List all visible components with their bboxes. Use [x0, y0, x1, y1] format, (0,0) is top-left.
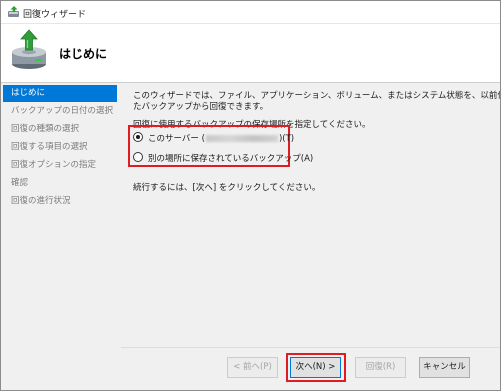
next-button[interactable]: 次へ(N) >: [290, 357, 341, 378]
backup-app-icon: [8, 6, 19, 17]
radio-other-location-label: 別の場所に保存されているバックアップ(A): [148, 154, 314, 164]
step-getting-started[interactable]: はじめに: [3, 85, 117, 102]
step-select-backup-date[interactable]: バックアップの日付の選択: [3, 103, 117, 120]
recovery-wizard-window: 回復ウィザード はじめに はじめに バックアップの日付の選択 回復の種類の選択 …: [0, 0, 501, 391]
window-title: 回復ウィザード: [23, 10, 87, 20]
radio-button[interactable]: [133, 132, 143, 142]
cancel-button[interactable]: キャンセル: [419, 357, 470, 378]
footer-divider: [121, 347, 500, 348]
step-select-items[interactable]: 回復する項目の選択: [3, 139, 117, 156]
server-name-redacted: [205, 135, 278, 142]
step-select-recovery-type[interactable]: 回復の種類の選択: [3, 121, 117, 138]
back-button[interactable]: < 前へ(P): [227, 357, 278, 378]
recover-button[interactable]: 回復(R): [355, 357, 406, 378]
wizard-steps-sidebar: はじめに バックアップの日付の選択 回復の種類の選択 回復する項目の選択 回復オ…: [1, 85, 119, 347]
title-bar: 回復ウィザード: [1, 1, 500, 24]
recovery-drive-icon: [12, 29, 46, 69]
continue-instruction: 続行するには、[次へ] をクリックしてください。: [133, 183, 321, 193]
radio-this-server-label: このサーバー ()(T): [148, 134, 295, 144]
step-recovery-progress[interactable]: 回復の進行状況: [3, 193, 117, 210]
wizard-header: はじめに: [1, 24, 500, 83]
step-specify-options[interactable]: 回復オプションの指定: [3, 157, 117, 174]
wizard-content: このウィザードでは、ファイル、アプリケーション、ボリューム、またはシステム状態を…: [121, 85, 500, 347]
radio-button[interactable]: [133, 152, 143, 162]
radio-selected-dot: [136, 135, 140, 139]
page-title: はじめに: [59, 47, 108, 61]
step-confirmation[interactable]: 確認: [3, 175, 117, 192]
intro-text-line-2: たバックアップから回復できます。: [133, 102, 269, 112]
